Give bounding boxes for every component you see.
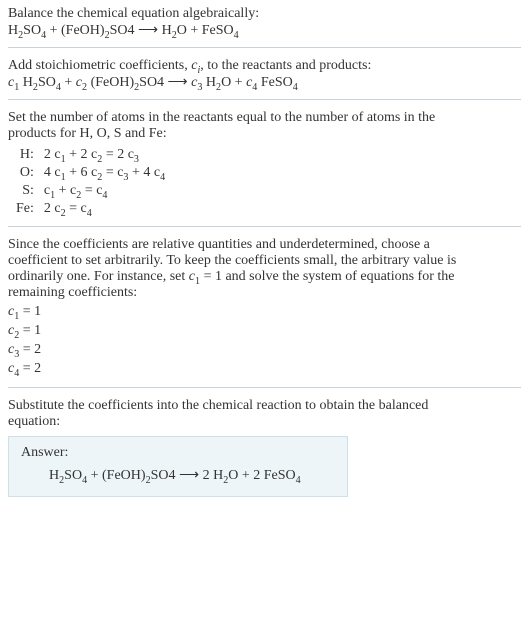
feso4: FeSO	[257, 75, 292, 90]
list-item: c4 = 2	[8, 360, 521, 379]
v: = 2	[19, 342, 41, 357]
table-row: Fe: 2 c2 = c4	[12, 200, 171, 218]
intro-reaction: H2SO4 + (FeOH)2SO4 ⟶ H2O + FeSO4	[8, 22, 521, 39]
list-item: c1 = 1	[8, 303, 521, 322]
h: H	[19, 75, 33, 90]
v: = 1	[19, 323, 41, 338]
underdet-l3: ordinarily one. For instance, set c1 = 1…	[8, 269, 521, 285]
el-label: H:	[12, 146, 40, 164]
t: + 6 c	[66, 165, 98, 180]
divider	[8, 47, 521, 48]
el-label: Fe:	[12, 200, 40, 218]
so4-arrow: SO4 ⟶	[139, 75, 191, 90]
divider	[8, 99, 521, 100]
underdet-l4: remaining coefficients:	[8, 285, 521, 301]
t: ordinarily one. For instance, set	[8, 269, 189, 284]
t: = 2 c	[102, 147, 134, 162]
t: + c	[55, 183, 76, 198]
t: 2 c	[44, 201, 61, 216]
t: = c	[102, 165, 123, 180]
divider	[8, 387, 521, 388]
coeff-reaction: c1 H2SO4 + c2 (FeOH)2SO4 ⟶ c3 H2O + c4 F…	[8, 74, 521, 91]
f-h2o-feso: O + FeSO	[177, 23, 234, 38]
t: 2 c	[44, 147, 61, 162]
t: H	[49, 468, 59, 483]
set-atoms-l2: products for H, O, S and Fe:	[8, 126, 521, 142]
subst-l1: Substitute the coefficients into the che…	[8, 398, 521, 414]
txt-b: , to the reactants and products:	[200, 58, 371, 73]
intro-line: Balance the chemical equation algebraica…	[8, 6, 521, 22]
eq-cell: 4 c1 + 6 c2 = c3 + 4 c4	[40, 164, 171, 182]
t: SO4 ⟶ 2 H	[151, 468, 224, 483]
o-plus: O +	[221, 75, 246, 90]
t: = 1 and solve the system of equations fo…	[200, 269, 454, 284]
v: = 1	[19, 304, 41, 319]
t: SO	[64, 468, 82, 483]
t: + (FeOH)	[87, 468, 145, 483]
t: = c	[81, 183, 102, 198]
answer-box: Answer: H2SO4 + (FeOH)2SO4 ⟶ 2 H2O + 2 F…	[8, 436, 348, 497]
underdet-l1: Since the coefficients are relative quan…	[8, 237, 521, 253]
s: 4	[102, 190, 107, 201]
atom-equations-table: H: 2 c1 + 2 c2 = 2 c3 O: 4 c1 + 6 c2 = c…	[12, 146, 171, 218]
eq-cell: c1 + c2 = c4	[40, 182, 171, 200]
eq-cell: 2 c1 + 2 c2 = 2 c3	[40, 146, 171, 164]
t: + 2 c	[66, 147, 98, 162]
list-item: c2 = 1	[8, 322, 521, 341]
f-h: H	[8, 23, 18, 38]
feso4s: 4	[293, 82, 298, 93]
txt-a: Add stoichiometric coefficients,	[8, 58, 191, 73]
el-label: O:	[12, 164, 40, 182]
t: = c	[66, 201, 87, 216]
divider	[8, 226, 521, 227]
h2o: H	[202, 75, 216, 90]
table-row: O: 4 c1 + 6 c2 = c3 + 4 c4	[12, 164, 171, 182]
eq-cell: 2 c2 = c4	[40, 200, 171, 218]
answer-title: Answer:	[21, 445, 335, 461]
add-coeff-text: Add stoichiometric coefficients, ci, to …	[8, 58, 521, 74]
table-row: H: 2 c1 + 2 c2 = 2 c3	[12, 146, 171, 164]
s: 4	[160, 172, 165, 183]
s: 3	[134, 154, 139, 165]
s: 4	[87, 208, 92, 219]
underdet-l2: coefficient to set arbitrarily. To keep …	[8, 253, 521, 269]
t: + 4 c	[128, 165, 160, 180]
so4: SO	[38, 75, 56, 90]
t: 4 c	[44, 165, 61, 180]
f-plus: + (FeOH)	[46, 23, 104, 38]
t: O + 2 FeSO	[228, 468, 295, 483]
answer-equation: H2SO4 + (FeOH)2SO4 ⟶ 2 H2O + 2 FeSO4	[21, 467, 335, 484]
f-so4-arrow: SO4 ⟶ H	[110, 23, 172, 38]
v: = 2	[19, 361, 41, 376]
subst-l2: equation:	[8, 414, 521, 430]
sub-4b: 4	[234, 30, 239, 41]
solution-list: c1 = 1 c2 = 1 c3 = 2 c4 = 2	[8, 303, 521, 379]
set-atoms-l1: Set the number of atoms in the reactants…	[8, 110, 521, 126]
table-row: S: c1 + c2 = c4	[12, 182, 171, 200]
s: 4	[296, 474, 301, 485]
list-item: c3 = 2	[8, 341, 521, 360]
feoh: (FeOH)	[87, 75, 134, 90]
f-so: SO	[23, 23, 41, 38]
el-label: S:	[12, 182, 40, 200]
plus: +	[61, 75, 76, 90]
